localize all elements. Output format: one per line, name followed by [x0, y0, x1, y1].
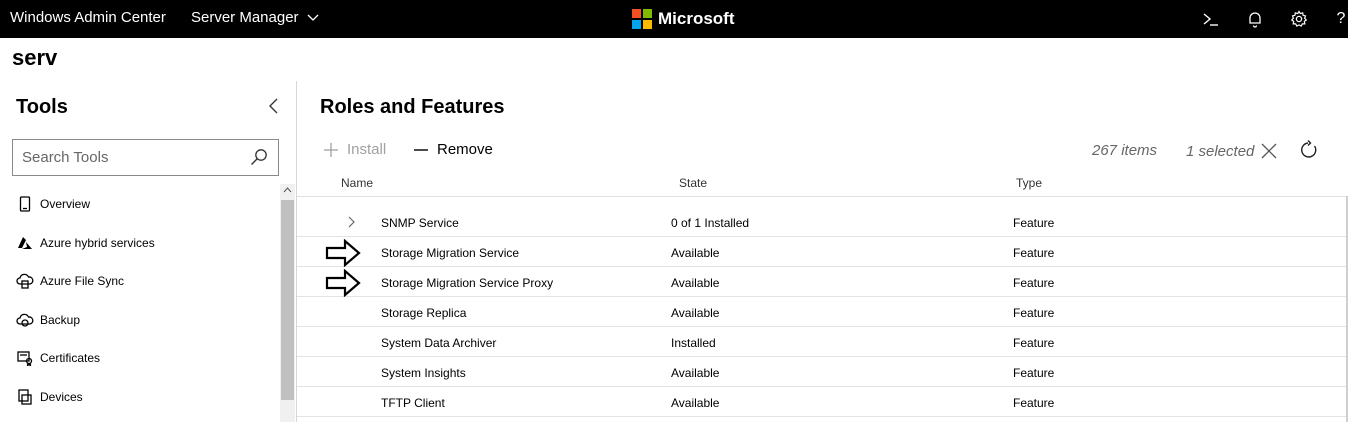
devices-icon	[16, 388, 34, 406]
table-row[interactable]: Storage Migration Service Available Feat…	[297, 237, 1346, 267]
arrow-right-icon	[325, 269, 361, 297]
install-button[interactable]: Install	[323, 141, 386, 158]
server-manager-dropdown[interactable]: Server Manager	[191, 9, 319, 26]
powershell-icon	[1203, 13, 1218, 26]
overview-icon	[16, 195, 34, 213]
sidebar-scrollbar[interactable]	[280, 184, 295, 422]
sidebar-item-devices[interactable]: Devices	[12, 378, 278, 417]
help-button[interactable]: ?	[1330, 8, 1348, 30]
item-count: 267 items	[1092, 142, 1158, 159]
chevron-down-icon	[307, 14, 319, 21]
minus-icon	[414, 148, 428, 151]
sidebar-item-backup[interactable]: Backup	[12, 301, 278, 340]
arrow-right-icon	[325, 239, 361, 267]
scrollbar-thumb[interactable]	[281, 200, 294, 400]
selected-count: 1 selected	[1186, 142, 1255, 160]
row-name: System Insights	[381, 366, 466, 380]
notifications-icon	[1249, 12, 1261, 28]
server-name: serv	[12, 45, 58, 70]
row-name: System Data Archiver	[381, 336, 497, 350]
refresh-icon[interactable]	[1299, 140, 1319, 160]
table-row[interactable]: System Insights Available Feature	[297, 357, 1346, 387]
help-icon: ?	[1336, 10, 1346, 27]
row-name: SNMP Service	[381, 216, 459, 230]
row-state: 0 of 1 Installed	[671, 216, 750, 230]
search-tools-input[interactable]	[13, 140, 243, 175]
collapse-sidebar-icon[interactable]	[266, 97, 282, 115]
row-state: Installed	[671, 336, 716, 350]
search-tools-box[interactable]	[12, 139, 279, 176]
sidebar-item-label: Overview	[40, 197, 91, 212]
row-type: Feature	[1013, 396, 1055, 410]
header-divider	[297, 196, 1348, 197]
sidebar-item-label: Backup	[40, 312, 81, 327]
certificates-icon	[16, 349, 34, 367]
page-title: Roles and Features	[320, 96, 505, 118]
row-state: Available	[671, 246, 720, 260]
row-name: Storage Replica	[381, 306, 467, 320]
row-type: Feature	[1013, 366, 1055, 380]
tools-title: Tools	[16, 96, 68, 118]
table-row[interactable]: SNMP Service 0 of 1 Installed Feature	[297, 207, 1346, 237]
azure-file-sync-icon	[16, 272, 34, 290]
row-type: Feature	[1013, 216, 1055, 230]
powershell-button[interactable]	[1200, 8, 1222, 30]
row-state: Available	[671, 396, 720, 410]
row-type: Feature	[1013, 246, 1055, 260]
row-type: Feature	[1013, 276, 1055, 290]
column-header-name[interactable]: Name	[341, 176, 373, 190]
search-icon[interactable]	[250, 148, 268, 166]
scroll-up-icon[interactable]	[283, 187, 292, 193]
azure-icon	[16, 234, 34, 252]
sidebar-item-overview[interactable]: Overview	[12, 185, 278, 224]
table-row[interactable]: Storage Replica Available Feature	[297, 297, 1346, 327]
clear-selection-icon[interactable]	[1260, 142, 1278, 160]
backup-icon	[16, 311, 34, 329]
plus-icon	[324, 142, 338, 157]
table-row[interactable]: System Data Archiver Installed Feature	[297, 327, 1346, 357]
tool-list: Overview Azure hybrid services Azure Fil…	[12, 185, 278, 416]
row-state: Available	[671, 366, 720, 380]
sidebar-item-label: Devices	[40, 389, 83, 404]
sidebar-item-label: Certificates	[40, 351, 101, 366]
row-name: TFTP Client	[381, 396, 445, 410]
top-bar: Windows Admin Center Server Manager Micr…	[0, 0, 1348, 38]
row-type: Feature	[1013, 306, 1055, 320]
row-name: Storage Migration Service Proxy	[381, 276, 554, 290]
settings-button[interactable]	[1288, 8, 1310, 30]
sidebar-item-certificates[interactable]: Certificates	[12, 339, 278, 378]
microsoft-logo: Microsoft	[632, 9, 735, 29]
features-table: SNMP Service 0 of 1 Installed Feature St…	[297, 207, 1346, 417]
brand-name: Microsoft	[658, 9, 735, 28]
table-row[interactable]: Storage Migration Service Proxy Availabl…	[297, 267, 1346, 297]
notifications-button[interactable]	[1244, 8, 1266, 30]
breadcrumb-label: Server Manager	[191, 9, 299, 26]
row-state: Available	[671, 306, 720, 320]
row-type: Feature	[1013, 336, 1055, 350]
row-name: Storage Migration Service	[381, 246, 520, 260]
remove-label: Remove	[437, 141, 493, 158]
sidebar-item-azure-file-sync[interactable]: Azure File Sync	[12, 262, 278, 301]
chevron-right-icon[interactable]	[347, 215, 357, 229]
sidebar-item-azure-hybrid-services[interactable]: Azure hybrid services	[12, 224, 278, 263]
settings-icon	[1290, 10, 1308, 27]
app-title[interactable]: Windows Admin Center	[10, 9, 166, 26]
sidebar-item-label: Azure File Sync	[40, 274, 125, 289]
column-header-type[interactable]: Type	[1016, 176, 1042, 190]
table-row[interactable]: TFTP Client Available Feature	[297, 387, 1346, 417]
row-state: Available	[671, 276, 720, 290]
selection-indicator: 1 selected	[1186, 142, 1278, 160]
install-label: Install	[347, 141, 387, 158]
sidebar-item-label: Azure hybrid services	[40, 235, 155, 250]
microsoft-logo-icon	[632, 9, 652, 29]
remove-button[interactable]: Remove	[413, 141, 493, 158]
column-header-state[interactable]: State	[679, 176, 707, 190]
